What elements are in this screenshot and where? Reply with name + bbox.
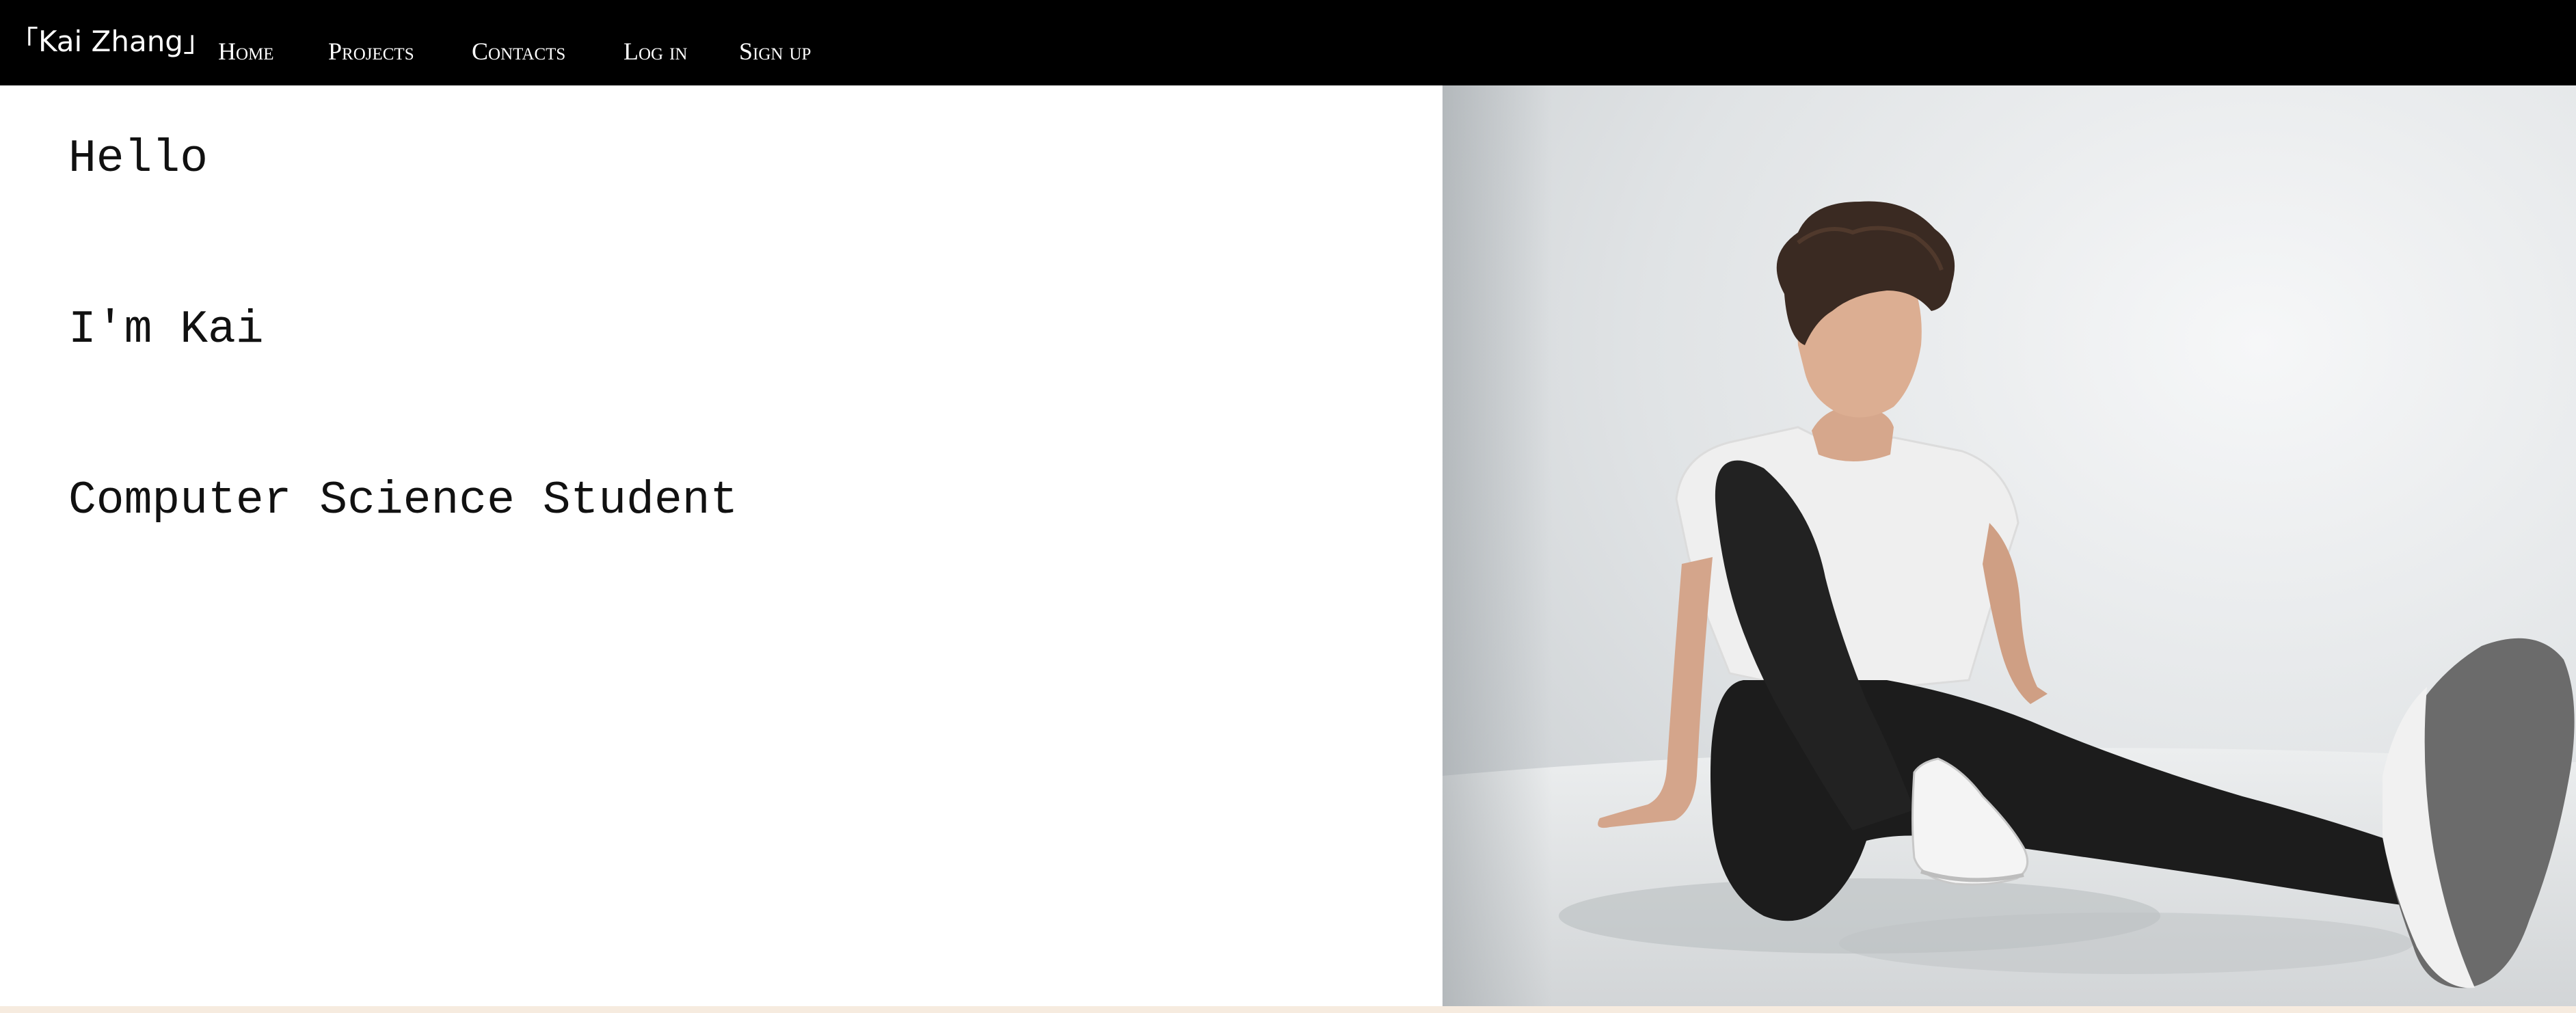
hero-photo [1443,85,2576,1006]
footer-strip [0,1006,2576,1013]
brand-logo[interactable]: 「Kai Zhang」 [10,19,212,64]
nav-login-link[interactable]: Log in [623,34,687,68]
nav-home-link[interactable]: Home [218,34,274,68]
top-navbar: 「Kai Zhang」 Home Projects Contacts Log i… [0,0,2576,85]
nav-signup-link[interactable]: Sign up [739,34,811,68]
hero-greeting: Hello [68,133,209,185]
hero-name: I'm Kai [68,303,264,356]
nav-contacts-link[interactable]: Contacts [472,34,565,68]
nav-projects-link[interactable]: Projects [328,34,414,68]
hero-role: Computer Science Student [68,474,738,527]
